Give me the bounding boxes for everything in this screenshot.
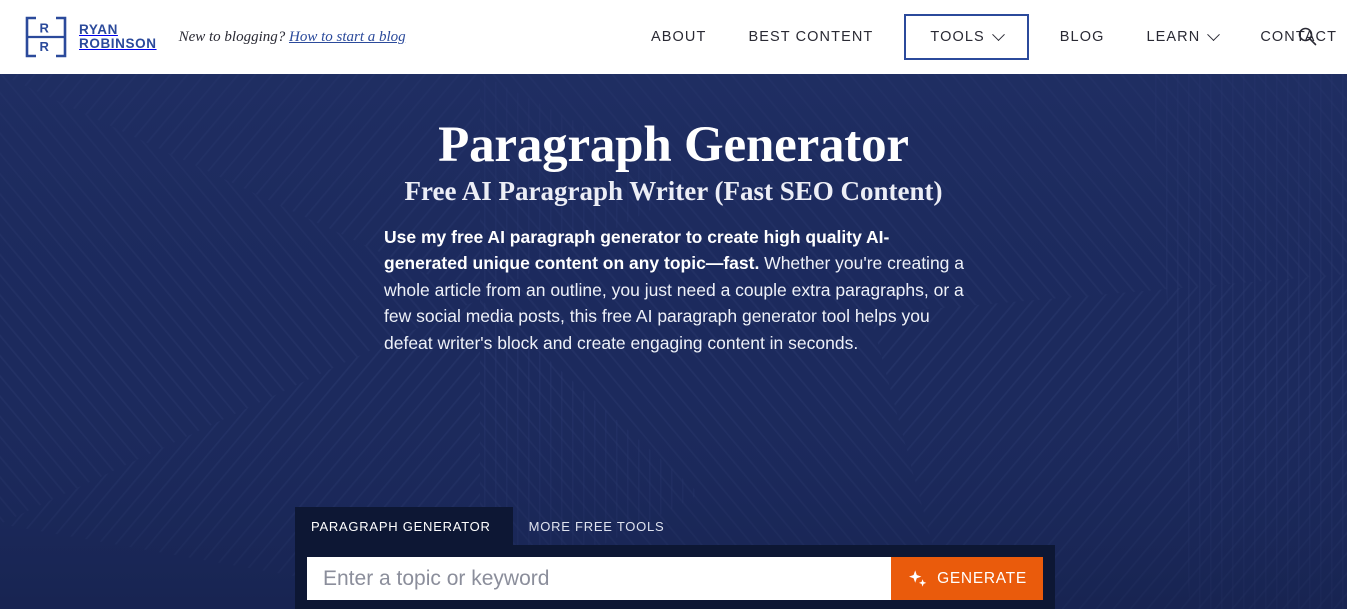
nav-item-tools[interactable]: TOOLS	[904, 14, 1029, 60]
logo-monogram-rr-icon: R R	[24, 16, 68, 58]
nav-label: TOOLS	[930, 29, 985, 45]
page-title: Paragraph Generator	[438, 117, 909, 173]
hero-section: Paragraph Generator Free AI Paragraph Wr…	[0, 74, 1347, 609]
tab-label: MORE FREE TOOLS	[528, 519, 665, 534]
svg-text:R: R	[40, 21, 50, 36]
search-button[interactable]	[1292, 22, 1322, 52]
generate-button[interactable]: GENERATE	[891, 557, 1043, 600]
nav-label: LEARN	[1146, 29, 1201, 45]
search-icon	[1298, 27, 1317, 45]
chevron-down-icon	[1207, 27, 1221, 41]
sparkle-icon	[909, 569, 927, 587]
tool-widget: PARAGRAPH GENERATOR MORE FREE TOOLS GENE…	[295, 507, 1055, 609]
brand-line-2: ROBINSON	[79, 36, 157, 51]
site-header: R R RYAN ROBINSON New to blogging? How t…	[0, 0, 1347, 74]
topic-input[interactable]	[307, 557, 891, 600]
svg-text:R: R	[40, 39, 50, 54]
nav-item-learn[interactable]: LEARN	[1125, 0, 1239, 74]
tab-more-free-tools[interactable]: MORE FREE TOOLS	[513, 507, 687, 545]
nav-item-best-content[interactable]: BEST CONTENT	[727, 0, 894, 74]
brand-line-1: RYAN	[79, 21, 118, 37]
tool-tabs: PARAGRAPH GENERATOR MORE FREE TOOLS	[295, 507, 1055, 545]
tool-panel: GENERATE	[295, 545, 1055, 609]
brand-wordmark: RYAN ROBINSON	[79, 21, 157, 52]
main-navigation: ABOUT BEST CONTENT TOOLS BLOG LEARN CONT…	[630, 0, 1347, 74]
page-subtitle: Free AI Paragraph Writer (Fast SEO Conte…	[404, 176, 943, 206]
nav-label: BEST CONTENT	[748, 29, 874, 45]
tab-paragraph-generator[interactable]: PARAGRAPH GENERATOR	[295, 507, 513, 545]
chevron-down-icon	[991, 27, 1005, 41]
tab-label: PARAGRAPH GENERATOR	[311, 519, 491, 534]
header-tagline: New to blogging? How to start a blog	[179, 29, 406, 46]
tagline-text: New to blogging?	[178, 28, 286, 45]
hero-description: Use my free AI paragraph generator to cr…	[384, 224, 966, 356]
how-to-start-a-blog-link[interactable]: How to start a blog	[289, 29, 406, 45]
nav-item-about[interactable]: ABOUT	[630, 0, 727, 74]
generate-label: GENERATE	[937, 569, 1027, 587]
brand-logo[interactable]: R R RYAN ROBINSON	[24, 16, 157, 58]
nav-label: BLOG	[1059, 29, 1105, 45]
nav-label: ABOUT	[651, 29, 707, 45]
nav-item-blog[interactable]: BLOG	[1039, 0, 1126, 74]
